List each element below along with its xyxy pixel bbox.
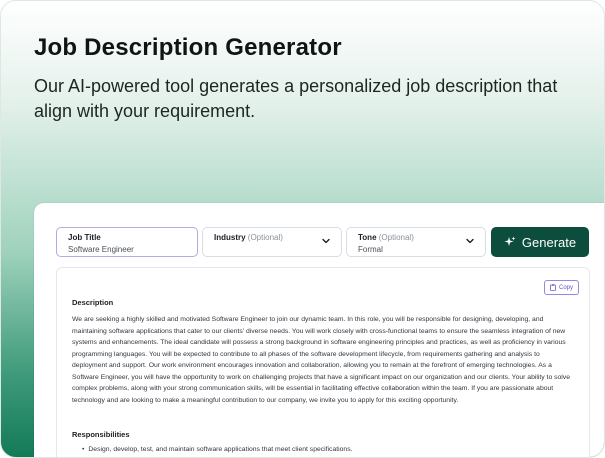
hero-card: Job Description Generator Our AI-powered… — [0, 0, 605, 458]
page-title: Job Description Generator — [34, 34, 342, 61]
output-box: Copy Description We are seeking a highly… — [56, 267, 590, 457]
industry-select[interactable]: Industry (Optional) — [202, 227, 342, 257]
job-title-value: Software Engineer — [68, 245, 134, 254]
clipboard-icon — [550, 284, 556, 291]
tone-optional-text: (Optional) — [378, 233, 414, 242]
industry-label: Industry (Optional) — [214, 233, 330, 243]
copy-button[interactable]: Copy — [543, 280, 579, 295]
tone-select[interactable]: Tone (Optional) Formal — [346, 227, 486, 257]
copy-button-label: Copy — [558, 284, 573, 291]
responsibilities-heading: Responsibilities — [72, 430, 130, 439]
tone-value: Formal — [358, 245, 383, 254]
page-subtitle: Our AI-powered tool generates a personal… — [34, 76, 558, 121]
generate-button-label: Generate — [521, 234, 577, 250]
description-heading: Description — [72, 298, 114, 307]
chevron-down-icon — [466, 238, 474, 244]
description-text: We are seeking a highly skilled and moti… — [72, 316, 570, 404]
tone-label: Tone (Optional) — [358, 233, 474, 243]
generator-panel: Job Title Software Engineer Industry (Op… — [34, 203, 604, 457]
sparkle-icon — [504, 236, 516, 246]
industry-optional-text: (Optional) — [247, 233, 283, 242]
industry-label-text: Industry — [214, 233, 246, 242]
chevron-down-icon — [322, 238, 330, 244]
responsibilities-list: Design, develop, test, and maintain soft… — [72, 446, 352, 453]
generate-button[interactable]: Generate — [491, 227, 589, 257]
job-title-field[interactable]: Job Title Software Engineer — [56, 227, 198, 257]
job-title-label: Job Title — [68, 233, 101, 242]
tone-label-text: Tone — [358, 233, 377, 242]
list-item: Design, develop, test, and maintain soft… — [82, 446, 352, 453]
